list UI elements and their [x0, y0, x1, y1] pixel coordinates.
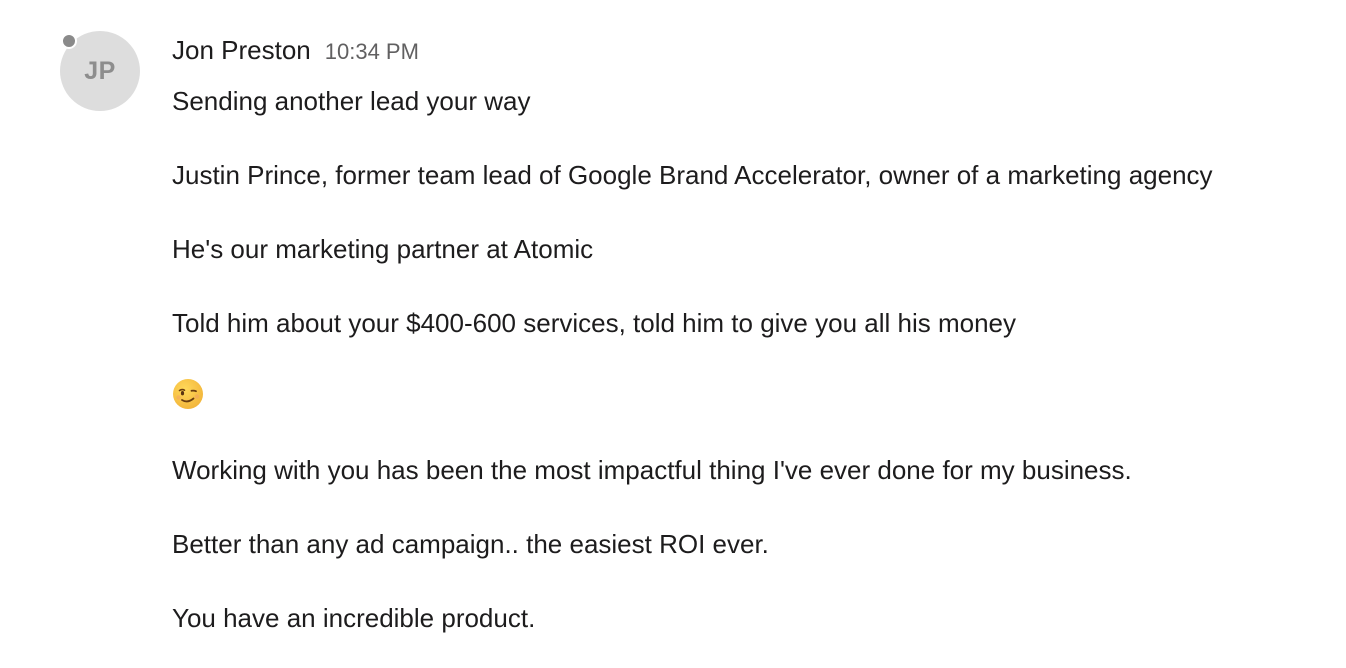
chat-message: JP Jon Preston 10:34 PM Sending another …	[0, 0, 1346, 668]
avatar-initials: JP	[84, 56, 116, 85]
message-line: He's our marketing partner at Atomic	[172, 234, 594, 264]
message-line: Sending another lead your way	[172, 86, 531, 116]
message-header: Jon Preston 10:34 PM	[172, 35, 419, 69]
message-timestamp[interactable]: 10:34 PM	[325, 39, 419, 65]
presence-status-icon	[61, 33, 77, 49]
message-line: Better than any ad campaign.. the easies…	[172, 529, 769, 559]
sender-name[interactable]: Jon Preston	[172, 35, 311, 66]
winking-face-icon	[173, 379, 203, 409]
message-line: Justin Prince, former team lead of Googl…	[172, 160, 1213, 190]
message-line: You have an incredible product.	[172, 603, 536, 633]
message-line: Working with you has been the most impac…	[172, 455, 1132, 485]
message-line: Told him about your $400-600 services, t…	[172, 308, 1016, 338]
